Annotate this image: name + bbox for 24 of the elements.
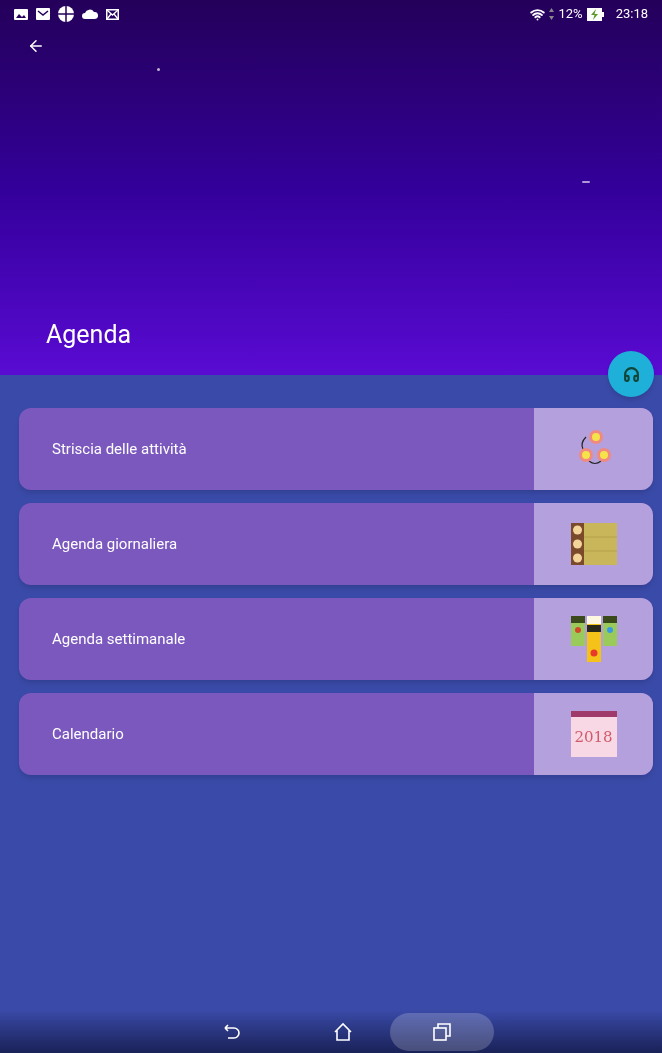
headphones-icon [622,365,640,383]
mail-icon [36,8,50,20]
back-icon [223,1023,241,1040]
calendar-year: 2018 [574,729,613,745]
recents-icon [433,1022,451,1041]
charging-battery-icon [586,7,604,21]
nav-recents-button[interactable] [390,1012,494,1051]
home-icon [333,1021,353,1042]
menu-card[interactable]: Calendario 2018 [19,693,653,775]
menu-card[interactable]: Striscia delle attività [19,408,653,490]
menu-card[interactable]: Agenda settimanale [19,598,653,680]
menu-card[interactable]: Agenda giornaliera [19,503,653,585]
wifi-icon [530,6,546,22]
week-chart-icon [570,616,617,662]
page-title: Agenda [46,318,133,351]
data-arrows-icon [549,8,555,20]
envelope-icon [106,8,119,20]
globe-icon [58,6,74,22]
cloud-icon [82,9,98,19]
clock-time: 23:18 [615,5,648,24]
schedule-grid-icon [570,523,617,565]
audio-fab-button[interactable] [608,351,654,397]
battery-percent: 12% [558,5,583,24]
photo-icon [14,8,28,20]
